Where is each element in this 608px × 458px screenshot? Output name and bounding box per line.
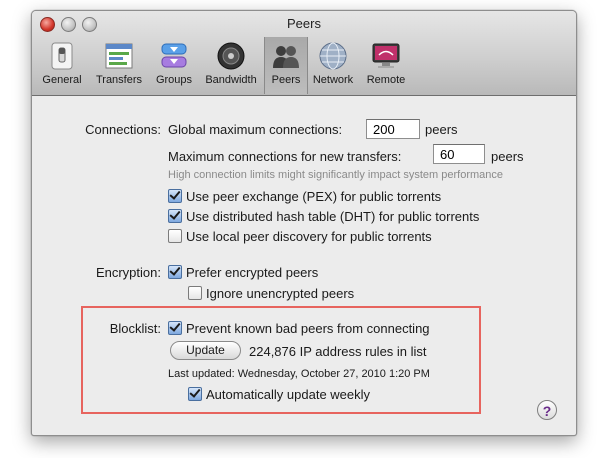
prefer-encrypted-row[interactable]: Prefer encrypted peers: [168, 265, 318, 280]
global-max-unit: peers: [425, 122, 458, 137]
toolbar: Peers General Transfers Groups Bandwidth…: [32, 11, 576, 96]
toolbar-item-general[interactable]: General: [37, 37, 87, 94]
toolbar-item-transfers[interactable]: Transfers: [90, 37, 148, 94]
ignore-unencrypted-label: Ignore unencrypted peers: [206, 286, 355, 301]
prevent-bad-peers-label: Prevent known bad peers from connecting: [186, 321, 430, 336]
lpd-checkbox-row[interactable]: Use local peer discovery for public torr…: [168, 229, 432, 244]
connection-limit-hint: High connection limits might significant…: [168, 169, 504, 181]
encryption-label: Encryption:: [95, 265, 161, 280]
ignore-unencrypted-row[interactable]: Ignore unencrypted peers: [188, 286, 354, 301]
auto-update-row[interactable]: Automatically update weekly: [188, 387, 370, 402]
blocklist-last-updated: Last updated: Wednesday, October 27, 201…: [168, 368, 430, 380]
toolbar-item-bandwidth[interactable]: Bandwidth: [200, 37, 262, 94]
ignore-unencrypted-checkbox[interactable]: [188, 286, 202, 300]
global-max-connections-field[interactable]: [366, 119, 420, 139]
pex-checkbox-row[interactable]: Use peer exchange (PEX) for public torre…: [168, 189, 441, 204]
toolbar-label: Remote: [366, 74, 406, 86]
dht-checkbox[interactable]: [168, 209, 182, 223]
monitor-icon: [372, 43, 400, 68]
toolbar-label: Groups: [155, 74, 193, 86]
toolbar-item-remote[interactable]: Remote: [362, 37, 410, 94]
prefer-encrypted-checkbox[interactable]: [168, 265, 182, 279]
peers-icon: [273, 46, 299, 68]
connections-label: Connections:: [85, 122, 161, 137]
toolbar-item-peers[interactable]: Peers: [264, 37, 308, 94]
per-transfer-max-label: Maximum connections for new transfers:: [168, 149, 402, 164]
per-transfer-max-unit: peers: [491, 149, 524, 164]
dht-checkbox-row[interactable]: Use distributed hash table (DHT) for pub…: [168, 209, 479, 224]
update-blocklist-button[interactable]: Update: [170, 341, 241, 360]
prevent-bad-peers-row[interactable]: Prevent known bad peers from connecting: [168, 321, 430, 336]
transfers-icon: [105, 43, 133, 69]
per-transfer-max-connections-field[interactable]: [433, 144, 485, 164]
toolbar-label: Network: [312, 74, 354, 86]
auto-update-checkbox[interactable]: [188, 387, 202, 401]
globe-icon: [319, 42, 347, 70]
prevent-bad-peers-checkbox[interactable]: [168, 321, 182, 335]
help-button[interactable]: ?: [537, 400, 557, 420]
lpd-label: Use local peer discovery for public torr…: [186, 229, 432, 244]
lpd-checkbox[interactable]: [168, 229, 182, 243]
auto-update-label: Automatically update weekly: [206, 387, 371, 402]
toolbar-label: General: [42, 74, 82, 86]
pex-label: Use peer exchange (PEX) for public torre…: [186, 189, 442, 204]
window-title: Peers: [287, 16, 321, 31]
blocklist-rules-count: 224,876 IP address rules in list: [249, 344, 427, 359]
blocklist-label: Blocklist:: [109, 321, 161, 336]
toolbar-label: Peers: [271, 74, 301, 86]
pex-checkbox[interactable]: [168, 189, 182, 203]
prefer-encrypted-label: Prefer encrypted peers: [186, 265, 319, 280]
dht-label: Use distributed hash table (DHT) for pub…: [186, 209, 480, 224]
toolbar-label: Transfers: [95, 74, 143, 86]
switch-icon: [51, 42, 73, 70]
groups-icon: [161, 43, 187, 68]
speaker-icon: [217, 42, 245, 70]
toolbar-item-network[interactable]: Network: [308, 37, 358, 94]
toolbar-label: Bandwidth: [205, 74, 257, 86]
global-max-label: Global maximum connections:: [168, 122, 343, 137]
toolbar-item-groups[interactable]: Groups: [151, 37, 197, 94]
